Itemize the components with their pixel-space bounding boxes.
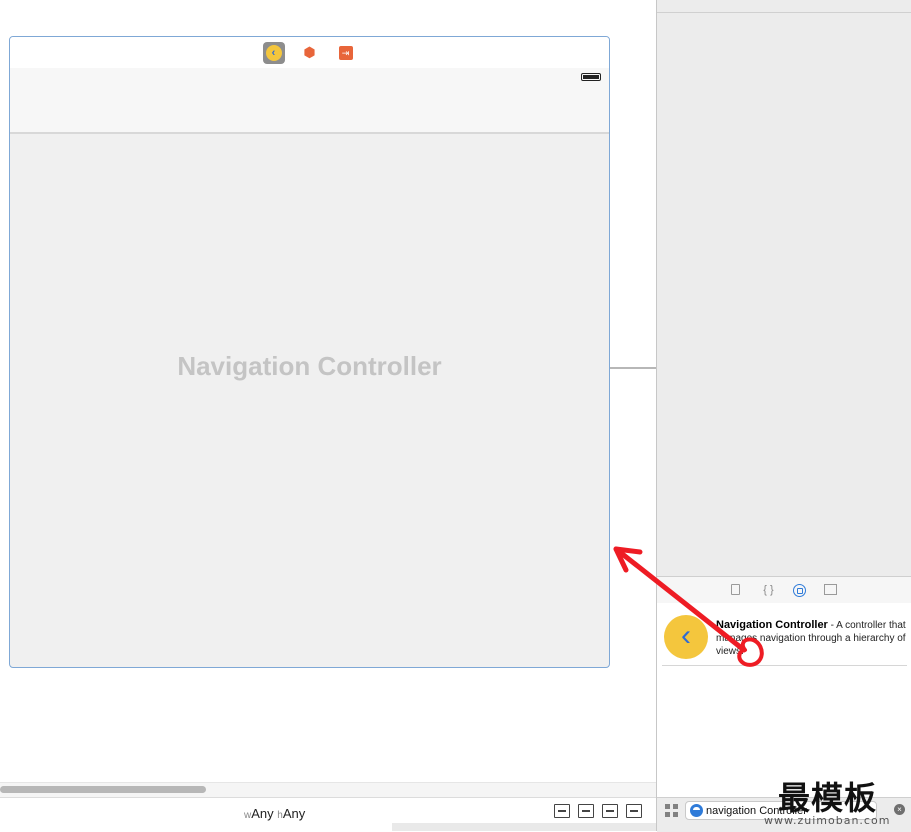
grid-view-icon[interactable]	[665, 804, 678, 817]
pin-icon[interactable]	[602, 804, 618, 818]
align-icon[interactable]	[578, 804, 594, 818]
scene-dock: ‹ ⬢ ⇥	[10, 37, 609, 69]
list-item-title: Navigation Controller	[716, 619, 828, 631]
code-snippet-icon[interactable]: { }	[762, 584, 775, 597]
size-class-w-value: Any	[251, 806, 274, 821]
inspector-area	[657, 13, 911, 576]
size-class-h-value: Any	[282, 806, 306, 821]
utilities-panel: { } ‹ Navigation Controller - A controll…	[656, 0, 911, 832]
library-tab-bar: { }	[657, 576, 911, 604]
navigation-controller-scene[interactable]: ‹ ⬢ ⇥ Navigation Controller	[9, 36, 610, 668]
exit-icon: ⇥	[338, 45, 353, 60]
first-responder-icon[interactable]: ⬢	[299, 42, 321, 64]
auto-layout-buttons	[554, 804, 642, 818]
battery-icon	[581, 73, 601, 81]
resolve-icon[interactable]	[626, 804, 642, 818]
back-chevron-icon: ‹	[265, 44, 282, 61]
object-library-list: ‹ Navigation Controller - A controller t…	[657, 603, 911, 797]
object-filter-icon	[690, 804, 703, 817]
storyboard-canvas[interactable]: ‹ ⬢ ⇥ Navigation Controller wAny hAny	[0, 0, 656, 832]
media-library-icon[interactable]	[824, 583, 837, 597]
file-template-icon[interactable]	[731, 583, 744, 597]
clear-icon[interactable]: ×	[894, 804, 905, 815]
stack-icon[interactable]	[554, 804, 570, 818]
object-library-icon[interactable]	[793, 583, 806, 597]
list-item-text: Navigation Controller - A controller tha…	[716, 619, 906, 658]
navigation-controller-icon: ‹	[664, 615, 708, 659]
window-bottom-edge	[392, 823, 656, 831]
status-bar	[10, 68, 609, 88]
exit-icon-wrapper[interactable]: ⇥	[335, 42, 357, 64]
list-item[interactable]: ‹ Navigation Controller - A controller t…	[662, 607, 907, 666]
size-class-control[interactable]: wAny hAny	[244, 806, 305, 821]
navigation-bar[interactable]	[10, 88, 609, 134]
watermark-url: www.zuimoban.com	[764, 814, 891, 827]
navigation-controller-icon[interactable]: ‹	[262, 41, 285, 64]
watermark-text: 最模板	[778, 779, 878, 817]
horizontal-scroll-thumb[interactable]	[0, 786, 206, 793]
segue-connector	[610, 367, 656, 369]
scene-title: Navigation Controller	[177, 351, 442, 381]
